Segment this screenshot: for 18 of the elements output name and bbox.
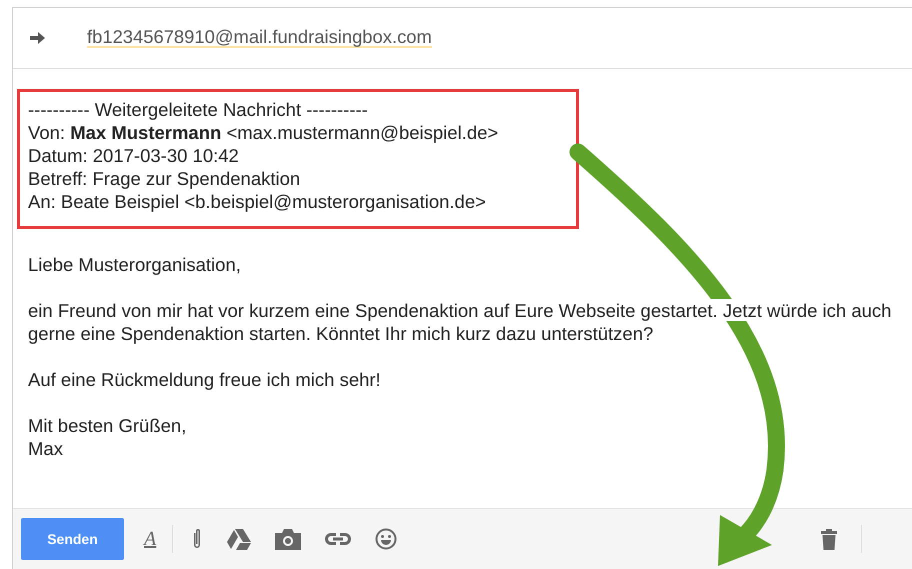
forward-header: ---------- Weitergeleitete Nachricht ---------- (28, 98, 368, 121)
message-paragraph: ein Freund von mir hat vor kurzem eine Spendenaktion auf Eure Webseite gestartet. Jetzt würde ich auch gerne eine Spendenaktion starten. Könntet Ihr mich kurz dazu unterstützen? (28, 299, 892, 345)
drive-icon[interactable] (227, 528, 252, 550)
header-line: An: Beate Beispiel <b.beispiel@musterorganisation.de> (28, 190, 486, 213)
recipient-email[interactable]: fb12345678910@mail.fundraisingbox.com (87, 28, 432, 48)
header-line: Betreff: Frage zur Spendenaktion (28, 167, 300, 190)
trash-icon[interactable] (821, 528, 837, 550)
send-button[interactable]: Senden (21, 518, 124, 560)
link-icon[interactable] (325, 533, 352, 545)
message-paragraph: Auf eine Rückmeldung freue ich mich sehr! (28, 368, 381, 391)
message-paragraph: Mit besten Grüßen, Max (28, 414, 186, 460)
emoji-icon[interactable] (375, 528, 398, 550)
message-paragraph: Liebe Musterorganisation, (28, 253, 241, 276)
header-line: Datum: 2017-03-30 10:42 (28, 144, 239, 167)
forward-arrow-icon (30, 32, 45, 44)
header-line: Von: Max Mustermann <max.mustermann@beispiel.de> (28, 121, 498, 144)
text-format-icon[interactable]: A (144, 528, 156, 550)
camera-icon[interactable] (275, 528, 302, 550)
